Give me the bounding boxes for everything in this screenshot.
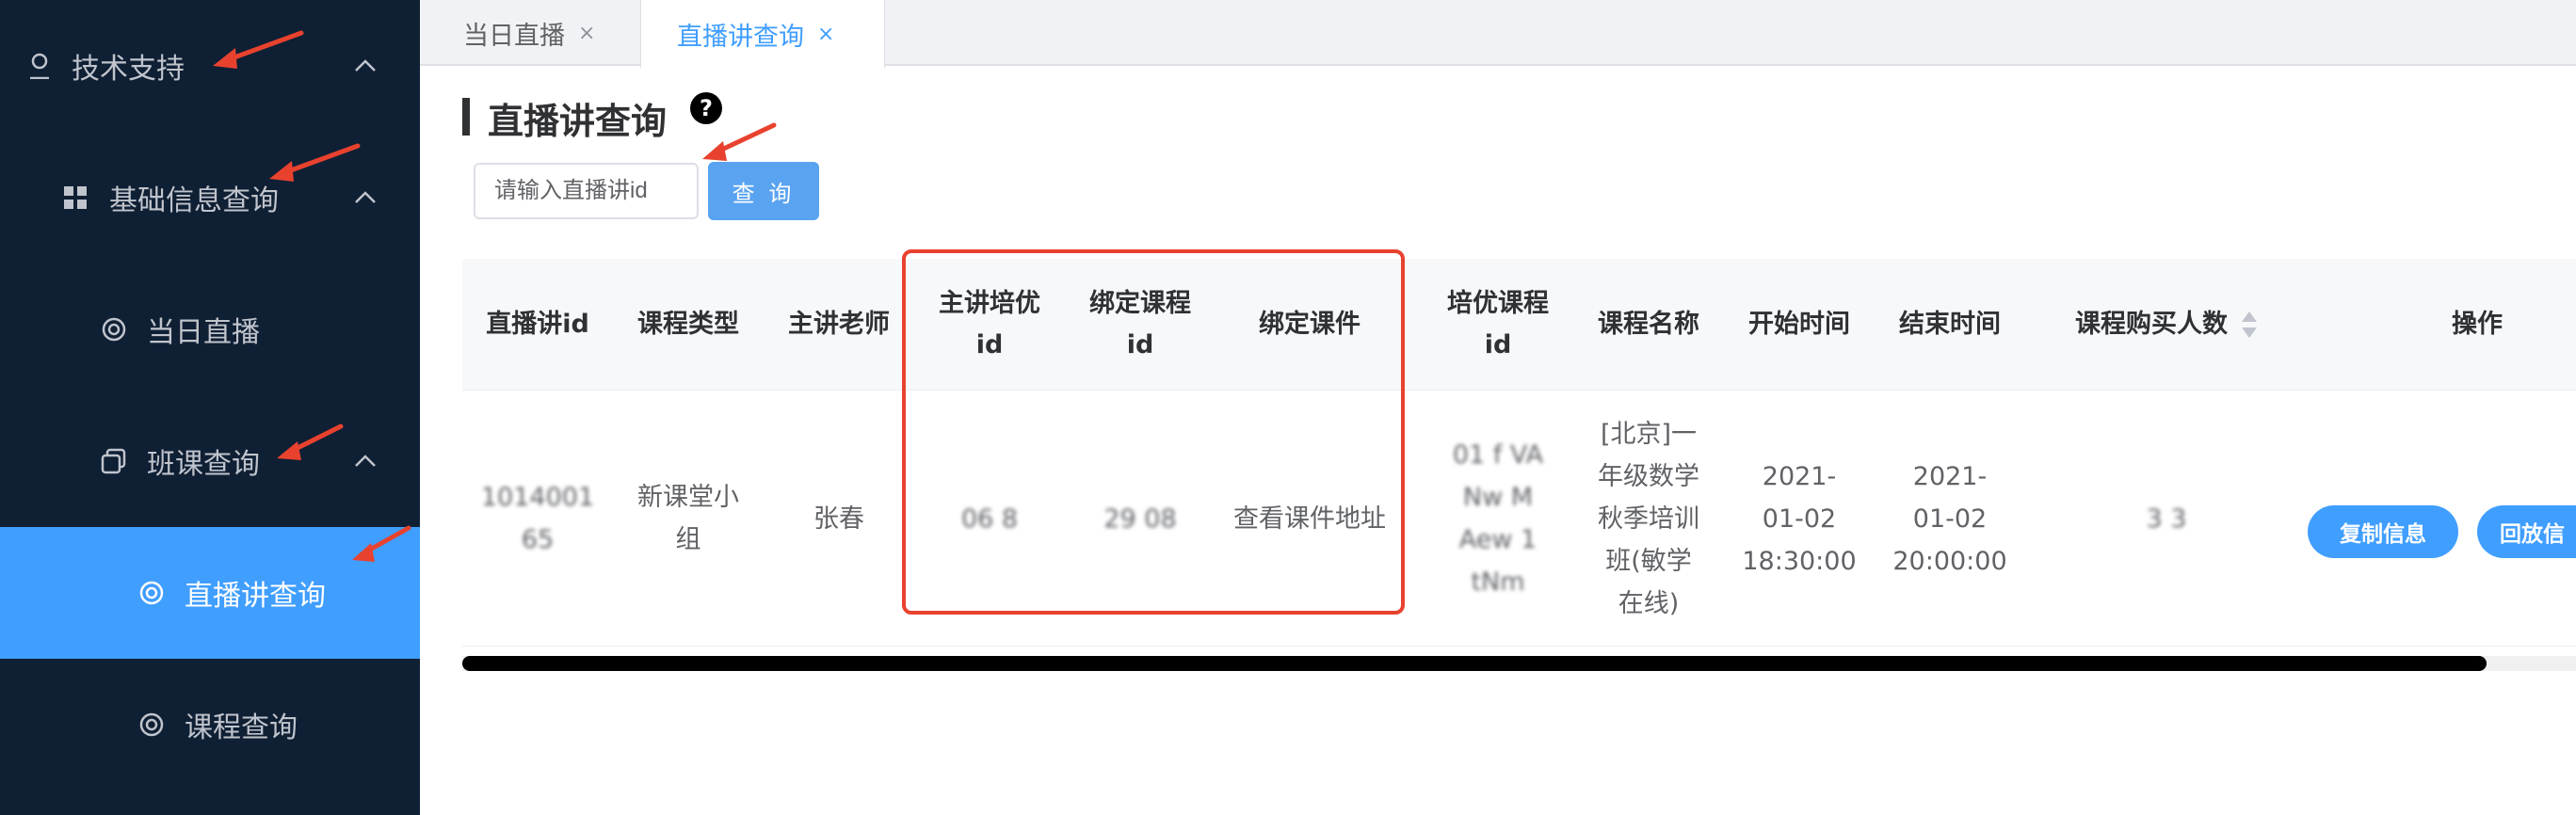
copy-icon (100, 447, 128, 475)
col-header: 操作 (2452, 310, 2503, 339)
sidebar-item-label: 基础信息查询 (109, 184, 279, 217)
sidebar-item-label: 直播讲查询 (185, 580, 326, 613)
col-header: 主讲老师 (788, 310, 890, 339)
close-icon[interactable]: × (578, 22, 595, 45)
live-icon (137, 711, 166, 739)
col-header: 课程类型 (637, 310, 739, 339)
sidebar-item-course-query[interactable]: 课程查询 (0, 659, 420, 791)
col-header: 直播讲id (486, 310, 589, 339)
sidebar-item-label: 班课查询 (147, 448, 260, 481)
sidebar-item-label: 课程查询 (185, 711, 298, 744)
copy-info-button[interactable]: 复制信息 (2308, 505, 2458, 558)
horizontal-scrollbar[interactable] (462, 656, 2576, 671)
cell-peiyou-course-id: 01 f VA Nw M Aew 1 tNm (1452, 440, 1544, 597)
sidebar-item-label: 技术支持 (72, 53, 185, 86)
sidebar: 技术支持 基础信息查询 当日直播 班课查询 直播讲查询 课程查询 (0, 0, 420, 815)
tab-today-live[interactable]: 当日直播 × (420, 0, 640, 66)
search-input[interactable] (474, 163, 699, 219)
col-header: 培优课程id (1447, 289, 1549, 360)
title-accent-bar (462, 98, 470, 136)
annotation-arrow-icon (352, 525, 411, 562)
annotation-arrow-icon (269, 143, 361, 182)
col-header: 课程名称 (1598, 310, 1699, 339)
tab-bar: 当日直播 × 直播讲查询 × (420, 0, 2576, 68)
scrollbar-thumb[interactable] (462, 656, 2487, 671)
highlight-box (902, 249, 1405, 615)
sidebar-item-class-query[interactable]: 班课查询 (0, 395, 420, 527)
search-button[interactable]: 查 询 (708, 162, 819, 220)
grid-icon (62, 184, 89, 211)
sort-icon[interactable] (2241, 312, 2258, 338)
annotation-arrow-icon (213, 30, 304, 69)
close-icon[interactable]: × (817, 23, 834, 46)
cell-course-type: 新课堂小组 (637, 483, 739, 554)
cell-end-time: 2021-01-02 20:00:00 (1892, 461, 2007, 576)
table-header: 直播讲id 课程类型 主讲老师 主讲培优id 绑定课程id 绑定课件 培优课程i… (462, 259, 2576, 391)
chevron-up-icon (355, 455, 376, 467)
col-header: 开始时间 (1748, 310, 1850, 339)
col-header-label: 课程购买人数 (2075, 310, 2228, 339)
table-row: 1014001 65 新课堂小组 张春 06 8 29 08 查看课件地址 01… (462, 391, 2576, 647)
chevron-up-icon (355, 59, 376, 72)
sidebar-item-label: 当日直播 (147, 316, 260, 349)
annotation-arrow-icon (277, 423, 344, 460)
cell-course-name: [北京]一年级数学秋季培训班(敏学在线) (1598, 419, 1699, 618)
playback-button[interactable]: 回放信 (2477, 505, 2576, 558)
cell-buyers: 3 3 (2146, 503, 2187, 534)
live-icon (137, 579, 166, 607)
tab-label: 当日直播 (463, 21, 565, 51)
cell-start-time: 2021-01-02 18:30:00 (1742, 461, 1857, 576)
col-header: 结束时间 (1899, 310, 2001, 339)
cell-live-id: 1014001 65 (480, 483, 595, 554)
tab-live-lecture-query[interactable]: 直播讲查询 × (640, 0, 885, 68)
tab-label: 直播讲查询 (677, 22, 804, 52)
user-icon (23, 49, 56, 83)
cell-teacher: 张春 (813, 503, 864, 534)
sidebar-item-today-live[interactable]: 当日直播 (0, 264, 420, 395)
annotation-arrow-icon (702, 122, 777, 161)
col-header-sortable[interactable]: 课程购买人数 (2025, 259, 2308, 391)
live-icon (100, 315, 128, 344)
page-title: 直播讲查询 (488, 101, 668, 142)
